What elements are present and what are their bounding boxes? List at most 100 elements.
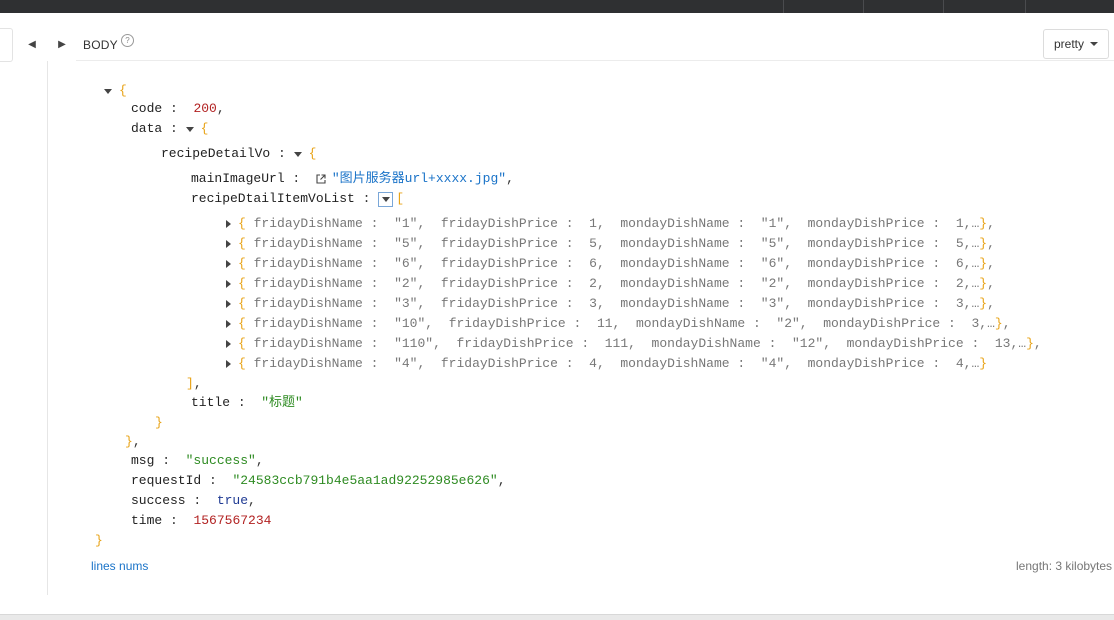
json-value: 6	[955, 256, 964, 271]
expand-toggle-icon[interactable]	[226, 260, 231, 268]
json-key: title	[191, 395, 231, 410]
json-line-success: success : true,	[131, 493, 256, 508]
expand-toggle-icon[interactable]	[226, 360, 231, 368]
json-key: mondayDishPrice	[807, 356, 925, 371]
json-value: "12"	[791, 336, 824, 351]
json-string: "标题"	[261, 395, 303, 410]
json-key: mondayDishPrice	[807, 276, 925, 291]
json-key: fridayDishPrice	[440, 276, 558, 291]
json-brace: }	[979, 256, 988, 271]
json-brace: }	[994, 316, 1003, 331]
chevron-left-icon[interactable]: ◀	[25, 36, 39, 52]
json-array-item[interactable]: { fridayDishName : "2", fridayDishPrice …	[226, 275, 995, 293]
json-key: recipeDetailVo	[161, 146, 271, 161]
json-value: 1	[589, 216, 597, 231]
json-array-item[interactable]: { fridayDishName : "6", fridayDishPrice …	[226, 255, 995, 273]
json-key: success	[131, 493, 186, 508]
json-key: fridayDishName	[253, 256, 363, 271]
toolbar-divider	[863, 0, 864, 13]
json-key: mondayDishName	[620, 236, 730, 251]
json-key: time	[131, 513, 163, 528]
json-viewer: { code : 200, data : { recipeDetailVo : …	[0, 0, 1042, 548]
divider	[47, 61, 48, 595]
json-value: 3	[971, 316, 980, 331]
json-key: fridayDishName	[253, 236, 363, 251]
expand-toggle-icon[interactable]	[226, 240, 231, 248]
json-line-title: title : "标题"	[191, 395, 303, 410]
json-brace: }	[979, 236, 988, 251]
json-key: mondayDishName	[620, 256, 730, 271]
json-string: "24583ccb791b4e5aa1ad92252985e626"	[232, 473, 498, 488]
json-key: fridayDishName	[253, 336, 363, 351]
json-value: 3	[955, 296, 964, 311]
question-circle-icon[interactable]: ?	[121, 34, 134, 47]
json-value: "4"	[760, 356, 785, 371]
expand-toggle-icon[interactable]	[226, 300, 231, 308]
json-value: 111	[604, 336, 629, 351]
json-brace: {	[238, 336, 246, 351]
view-mode-label: pretty	[1053, 37, 1084, 51]
json-brace: {	[238, 356, 246, 371]
json-array-item[interactable]: { fridayDishName : "5", fridayDishPrice …	[226, 235, 995, 253]
json-value: "1"	[394, 216, 418, 231]
length-info: length: 3 kilobytes	[1016, 559, 1113, 573]
json-array-close: ],	[186, 376, 202, 391]
json-key: mondayDishName	[620, 276, 730, 291]
external-link-icon[interactable]	[316, 174, 326, 184]
json-value: "3"	[760, 296, 785, 311]
json-key: fridayDishName	[253, 356, 363, 371]
json-key: mondayDishPrice	[807, 256, 925, 271]
json-key: fridayDishPrice	[440, 256, 558, 271]
json-value: "2"	[760, 276, 785, 291]
json-value: 2	[589, 276, 597, 291]
collapse-toggle-icon[interactable]	[185, 126, 194, 132]
json-key: mondayDishName	[620, 356, 730, 371]
collapse-toggle-icon[interactable]	[378, 191, 394, 207]
json-array-item[interactable]: { fridayDishName : "110", fridayDishPric…	[226, 335, 1042, 353]
json-array-item[interactable]: { fridayDishName : "1", fridayDishPrice …	[226, 215, 995, 233]
json-array-item[interactable]: { fridayDishName : "10", fridayDishPrice…	[226, 315, 1011, 333]
json-value: 1	[955, 216, 964, 231]
json-line-code: code : 200,	[131, 101, 225, 116]
json-key: mainImageUrl	[191, 171, 285, 186]
json-value: 5	[955, 236, 964, 251]
json-key: code	[131, 101, 163, 116]
json-key: mondayDishPrice	[807, 216, 925, 231]
json-key: mondayDishPrice	[846, 336, 964, 351]
json-brace: {	[238, 316, 246, 331]
expand-toggle-icon[interactable]	[226, 340, 231, 348]
json-brace: {	[238, 256, 246, 271]
json-brace: }	[979, 296, 988, 311]
view-mode-dropdown[interactable]: pretty	[1043, 29, 1109, 59]
json-line-list: recipeDtailItemVoList : [	[191, 191, 405, 207]
json-value: "5"	[760, 236, 785, 251]
json-key: fridayDishPrice	[448, 316, 566, 331]
json-link-value[interactable]: "图片服务器url+xxxx.jpg"	[332, 170, 506, 188]
json-value: 6	[589, 256, 597, 271]
json-value: "2"	[394, 276, 418, 291]
json-key: fridayDishName	[253, 276, 363, 291]
json-brace: }	[979, 276, 988, 291]
json-string: "success"	[185, 453, 256, 468]
toolbar-divider	[783, 0, 784, 13]
body-label: BODY	[83, 38, 118, 52]
json-key: fridayDishPrice	[440, 356, 558, 371]
expand-toggle-icon[interactable]	[226, 280, 231, 288]
json-key: mondayDishName	[635, 316, 746, 331]
json-array-item[interactable]: { fridayDishName : "3", fridayDishPrice …	[226, 295, 995, 313]
json-value: "5"	[394, 236, 418, 251]
collapse-toggle-icon[interactable]	[104, 88, 112, 94]
expand-toggle-icon[interactable]	[226, 220, 231, 228]
divider	[0, 614, 1114, 620]
lines-nums-link[interactable]: lines nums	[91, 559, 148, 573]
json-array-item[interactable]: { fridayDishName : "4", fridayDishPrice …	[226, 355, 987, 373]
expand-toggle-icon[interactable]	[226, 320, 231, 328]
json-brace: }	[1026, 336, 1034, 351]
json-value: 4	[589, 356, 597, 371]
collapse-toggle-icon[interactable]	[293, 151, 302, 157]
json-root-close: }	[95, 533, 103, 548]
json-boolean: true	[216, 493, 249, 508]
json-key: fridayDishPrice	[440, 296, 558, 311]
chevron-right-icon[interactable]: ▶	[55, 36, 69, 52]
json-key: msg	[131, 453, 155, 468]
